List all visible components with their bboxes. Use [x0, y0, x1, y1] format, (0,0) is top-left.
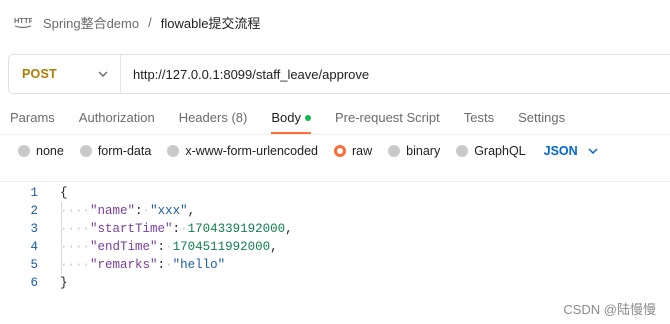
radio-icon	[79, 145, 92, 157]
json-value: "hello"	[172, 258, 226, 272]
line-number: 2	[30, 204, 38, 218]
active-dot-icon	[304, 114, 311, 121]
radio-label: none	[36, 144, 64, 158]
format-label: JSON	[543, 144, 578, 158]
tab-label: Tests	[463, 110, 495, 125]
url-bar: POST	[8, 54, 670, 94]
http-icon: HTTP	[14, 16, 32, 29]
headers-count: (8)	[231, 110, 248, 125]
code-line: 6 }	[0, 274, 670, 292]
json-key: "startTime"	[90, 222, 173, 236]
radio-raw[interactable]: raw	[334, 144, 372, 158]
tab-pre-request-script[interactable]: Pre-request Script	[335, 106, 440, 130]
radio-none[interactable]: none	[18, 144, 64, 158]
radio-form-data[interactable]: form-data	[79, 144, 152, 158]
line-number: 5	[30, 258, 38, 272]
radio-icon	[456, 145, 469, 157]
line-number: 6	[30, 276, 38, 290]
code-editor[interactable]: 1 { 2 ····"name":·"xxx", 3 ····"startTim…	[0, 181, 670, 302]
json-suffix: ,	[285, 222, 293, 236]
indent-dots: ····	[60, 204, 91, 218]
open-brace: {	[60, 186, 68, 200]
json-key: "remarks"	[90, 258, 158, 272]
format-select[interactable]: JSON	[544, 144, 598, 158]
method-select[interactable]: POST	[9, 55, 121, 93]
tab-body[interactable]: Body	[271, 106, 311, 134]
breadcrumb-parent-link[interactable]: Spring整合demo	[43, 13, 139, 32]
close-brace: }	[60, 276, 68, 290]
tab-label: Body	[271, 110, 301, 125]
body-type-selector: none form-data x-www-form-urlencoded raw…	[18, 144, 598, 158]
method-label: POST	[22, 67, 57, 81]
json-value: "xxx"	[150, 204, 188, 218]
json-key: "endTime"	[90, 240, 158, 254]
radio-label: x-www-form-urlencoded	[185, 144, 318, 158]
radio-icon	[167, 145, 180, 157]
json-value: 1704511992000	[172, 240, 271, 254]
tab-label: Authorization	[78, 110, 155, 125]
line-number: 4	[30, 240, 38, 254]
svg-text:HTTP: HTTP	[14, 16, 32, 25]
tab-headers[interactable]: Headers (8)	[179, 106, 248, 130]
tab-label: Settings	[518, 110, 566, 125]
code-line: 4 ····"endTime":·1704511992000,	[0, 238, 670, 256]
chevron-down-icon	[98, 71, 108, 77]
indent-dots: ····	[60, 258, 91, 272]
radio-x-www-form-urlencoded[interactable]: x-www-form-urlencoded	[167, 144, 318, 158]
code-line: 2 ····"name":·"xxx",	[0, 202, 670, 220]
json-suffix: ,	[270, 240, 278, 254]
code-line: 1 {	[0, 184, 670, 202]
indent-dots: ····	[60, 222, 91, 236]
radio-icon	[388, 145, 401, 157]
json-key: "name"	[90, 204, 136, 218]
tab-label: Params	[10, 110, 55, 125]
breadcrumb: HTTP Spring整合demo / flowable提交流程	[14, 11, 260, 33]
line-number: 1	[30, 186, 38, 200]
radio-label: GraphQL	[474, 144, 526, 158]
code-line: 5 ····"remarks":·"hello"	[0, 256, 670, 274]
tab-authorization[interactable]: Authorization	[79, 106, 155, 130]
tab-label: Pre-request Script	[334, 110, 440, 125]
tab-tests[interactable]: Tests	[464, 106, 494, 130]
tab-params[interactable]: Params	[10, 106, 55, 130]
radio-graphql[interactable]: GraphQL	[456, 144, 526, 158]
radio-icon	[18, 145, 30, 157]
breadcrumb-separator: /	[148, 14, 152, 30]
url-input[interactable]	[121, 65, 655, 83]
radio-binary[interactable]: binary	[388, 144, 440, 158]
line-number: 3	[30, 222, 38, 236]
radio-label: binary	[406, 144, 441, 158]
json-suffix: ,	[187, 204, 196, 218]
tabs-divider	[0, 134, 670, 135]
code-line: 3 ····"startTime":·1704339192000,	[0, 220, 670, 238]
tab-settings[interactable]: Settings	[518, 106, 565, 130]
indent-dots: ····	[60, 240, 91, 254]
chevron-down-icon	[588, 148, 598, 155]
watermark: CSDN @陆慢慢	[563, 302, 656, 317]
request-title[interactable]: flowable提交流程	[161, 13, 261, 32]
tab-label: Headers	[178, 110, 228, 125]
request-tabs: Params Authorization Headers (8) Body Pr…	[10, 106, 589, 134]
json-value: 1704339192000	[187, 222, 286, 236]
radio-label: form-data	[97, 144, 152, 158]
radio-selected-icon	[334, 145, 346, 157]
radio-label: raw	[352, 144, 373, 158]
